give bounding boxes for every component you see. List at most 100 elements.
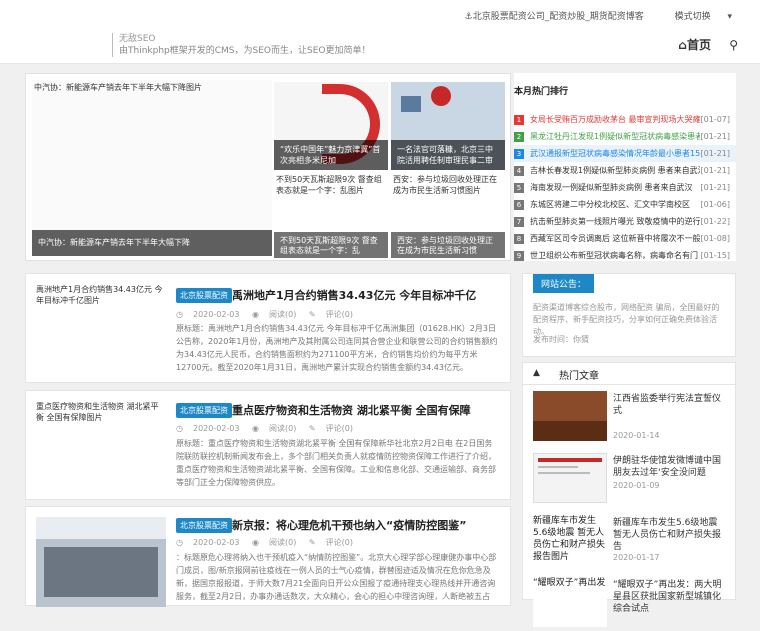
site-tagline: 无敌SEO 由Thinkphp框架开发的CMS，为SEO而生，让SEO更加简单！: [112, 33, 370, 57]
hot-item-title[interactable]: 吉林长春发现1例疑似新型肺炎病例 患者来自武汉: [530, 162, 700, 179]
photo-ceiling: [36, 517, 166, 539]
home-icon: ⌂: [678, 38, 687, 52]
popular-item-title[interactable]: “耀眼双子”再出发：两大明星县区获批国家新型城镇化综合试点: [613, 579, 729, 615]
article-excerpt: 原标题：重点医疗物资和生活物资湖北紧平衡 全国有保障新华社北京2月2日电 在2日…: [176, 439, 496, 487]
eye-icon: ◉: [252, 310, 260, 319]
slide-main[interactable]: 中汽协：新能源车产销去年下半年大幅下降图片 中汽协：新能源车产销去年下半年大幅下…: [32, 80, 272, 256]
slide-4[interactable]: 不到50天瓦斯超限9次 督查组表态就是一个字：乱图片 不到50天瓦斯超限9次 督…: [274, 172, 388, 258]
article-tag[interactable]: 北京股票配资: [176, 518, 232, 533]
hot-item-date: [01-21]: [700, 132, 731, 141]
rank-badge: 4: [514, 166, 524, 176]
hot-list: 1 女局长受贿百万成励收茅台 最审宣判现场大哭瘫倒 [01-07] 2 黑龙江牡丹江发现…: [514, 111, 736, 264]
notice-title: 网站公告：: [533, 274, 595, 293]
hot-list-item[interactable]: 3 武汉通报新型冠状病毒感染情况年龄最小患者15岁 [01-21]: [514, 145, 736, 162]
site-header: 无敌SEO 由Thinkphp框架开发的CMS，为SEO而生，让SEO更加简单！…: [0, 0, 760, 64]
slide-3[interactable]: 一名法官可落糠，北京三中院活用聘任制审理民事二审: [391, 82, 505, 170]
slide-2-caption: “欢乐中国年”魅力京津冀”首次亮相多米尼加: [274, 140, 388, 170]
article-date: 2020-02-03: [192, 424, 240, 433]
clock-icon: ◷: [176, 310, 183, 319]
hot-item-title[interactable]: 西藏军区司令员调离后 这位新晋中将履次不一般: [530, 230, 700, 247]
article-meta: ◷ 2020-02-03 ◉ 阅读(0) ✎ 评论(0): [176, 309, 363, 320]
article-tag[interactable]: 北京股票配资: [176, 288, 232, 303]
chevron-down-icon: ▾: [727, 12, 732, 22]
hot-list-item[interactable]: 4 吉林长春发现1例疑似新型肺炎病例 患者来自武汉 [01-21]: [514, 162, 736, 179]
slide-main-alt: 中汽协：新能源车产销去年下半年大幅下降图片: [34, 83, 202, 92]
slide-5[interactable]: 西安：参与垃圾回收处理正在成为市民生活新习惯图片 西安：参与垃圾回收处理正在成为…: [391, 172, 505, 258]
article-comments: 评论(0): [325, 424, 353, 433]
article-thumbnail[interactable]: 禹洲地产1月合约销售34.43亿元 今年目标冲千亿图片: [36, 284, 166, 374]
article-title[interactable]: 禹洲地产1月合约销售34.43亿元 今年目标冲千亿: [232, 287, 476, 303]
hot-list-item[interactable]: 7 抗击新型肺炎第一线照片曝光 致敬疫情中的逆行者 [01-22]: [514, 213, 736, 230]
eye-icon: ◉: [252, 424, 260, 433]
article-card: 禹洲地产1月合约销售34.43亿元 今年目标冲千亿图片 北京股票配资 禹洲地产1…: [25, 273, 511, 383]
hot-item-date: [01-21]: [700, 149, 731, 158]
slide-4-alt: 不到50天瓦斯超限9次 督查组表态就是一个字：乱图片: [276, 175, 382, 195]
popular-item-image: “耀眼双子”再出发: [533, 577, 607, 627]
slide-2[interactable]: “欢乐中国年”魅力京津冀”首次亮相多米尼加: [274, 82, 388, 170]
popular-item[interactable]: 新疆库车市发生5.6级地震 暂无人员伤亡和财产损失报告图片 新疆库车市发生5.6…: [533, 515, 729, 569]
article-card: 北京股票配资 新京报：将心理危机干预也纳入“疫情防控图鉴” ◷ 2020-02-0…: [25, 506, 511, 607]
article-thumbnail[interactable]: [36, 517, 166, 607]
article-date: 2020-02-03: [192, 310, 240, 319]
hot-item-title[interactable]: 海南发现一例疑似新型肺炎病例 患者来自武汉: [530, 179, 700, 196]
tagline-title: 无敌SEO: [119, 34, 156, 44]
clock-icon: ◷: [176, 538, 183, 547]
popular-item-date: 2020-01-17: [613, 553, 660, 562]
rank-badge: 8: [514, 234, 524, 244]
hot-item-title[interactable]: 东城区将建二中分校北校区、汇文中学南校区: [530, 196, 700, 213]
popular-item-title[interactable]: 江西省监委举行宪法宣誓仪式: [613, 393, 729, 417]
slide-main-caption[interactable]: 中汽协：新能源车产销去年下半年大幅下降: [32, 230, 272, 256]
hot-item-date: [01-06]: [700, 200, 731, 209]
popular-item[interactable]: 伊朗驻华使馆发微博谴中国朋友去过年‘安全没问题 2020-01-09: [533, 453, 729, 507]
article-meta: ◷ 2020-02-03 ◉ 阅读(0) ✎ 评论(0): [176, 537, 363, 548]
hot-item-date: [01-22]: [700, 217, 731, 226]
slide-3-graphic: [401, 96, 421, 112]
hot-list-item[interactable]: 5 海南发现一例疑似新型肺炎病例 患者来自武汉 [01-21]: [514, 179, 736, 196]
mode-switch-label: 模式切换: [674, 12, 711, 22]
top-links: ⚓北京股票配资公司_配资炒股_期货配资博客 模式切换 ▾: [451, 9, 732, 22]
article-tag[interactable]: 北京股票配资: [176, 403, 232, 418]
hot-list-item[interactable]: 8 西藏军区司令员调离后 这位新晋中将履次不一般 [01-08]: [514, 230, 736, 247]
article-views: 阅读(0): [269, 424, 297, 433]
popular-articles: ▲ 热门文章 江西省监委举行宪法宣誓仪式 2020-01-14 伊朗驻华使馆发微…: [522, 362, 736, 627]
article-meta: ◷ 2020-02-03 ◉ 阅读(0) ✎ 评论(0): [176, 423, 363, 434]
article-thumbnail[interactable]: 重点医疗物资和生活物资 湖北紧平衡 全国有保障图片: [36, 401, 166, 491]
hot-item-title[interactable]: 黑龙江牡丹江发现1例疑似新型冠状病毒感染患者: [530, 128, 700, 145]
search-icon[interactable]: ⚲: [729, 38, 738, 52]
article-comments: 评论(0): [325, 538, 353, 547]
main-nav: ⌂首页 ⚲: [678, 36, 738, 53]
article-title[interactable]: 重点医疗物资和生活物资 湖北紧平衡 全国有保障: [232, 402, 471, 418]
popular-item-title[interactable]: 伊朗驻华使馆发微博谴中国朋友去过年‘安全没问题: [613, 455, 729, 479]
photo-text-line: [538, 466, 578, 468]
photo-header-bar: [538, 458, 602, 462]
hot-item-title[interactable]: 抗击新型肺炎第一线照片曝光 致敬疫情中的逆行者: [530, 213, 700, 230]
article-title[interactable]: 新京报：将心理危机干预也纳入“疫情防控图鉴”: [232, 517, 466, 533]
featured-slider: 中汽协：新能源车产销去年下半年大幅下降图片 中汽协：新能源车产销去年下半年大幅下…: [25, 73, 511, 261]
hot-ranking-title: 本月热门排行: [514, 87, 569, 97]
hot-list-item[interactable]: 2 黑龙江牡丹江发现1例疑似新型冠状病毒感染患者 [01-21]: [514, 128, 736, 145]
hot-list-item[interactable]: 9 世卫组织公布新型冠状病毒名称，病毒命名有门 [01-15]: [514, 247, 736, 264]
eye-icon: ◉: [252, 538, 260, 547]
anchor-icon: ⚓: [464, 12, 473, 22]
hot-item-title[interactable]: 武汉通报新型冠状病毒感染情况年龄最小患者15岁: [530, 145, 700, 162]
hot-item-date: [01-21]: [700, 183, 731, 192]
photo-group: [44, 547, 158, 597]
popular-item-image: [533, 391, 607, 441]
nav-home[interactable]: ⌂首页: [678, 38, 711, 52]
mode-switch-button[interactable]: 模式切换 ▾: [661, 12, 732, 22]
rank-badge: 5: [514, 183, 524, 193]
slide-3-caption: 一名法官可落糠，北京三中院活用聘任制审理民事二审: [391, 140, 505, 170]
hot-list-item[interactable]: 1 女局长受贿百万成励收茅台 最审宣判现场大哭瘫倒 [01-07]: [514, 111, 736, 128]
comment-icon: ✎: [308, 538, 316, 547]
popular-item[interactable]: 江西省监委举行宪法宣誓仪式 2020-01-14: [533, 391, 729, 445]
popular-item-title[interactable]: 新疆库车市发生5.6级地震 暂无人员伤亡和财产损失报告: [613, 517, 729, 553]
popular-item-date: 2020-01-14: [613, 431, 660, 440]
rank-badge: 3: [514, 149, 524, 159]
hot-list-item[interactable]: 6 东城区将建二中分校北校区、汇文中学南校区 [01-06]: [514, 196, 736, 213]
hot-item-title[interactable]: 女局长受贿百万成励收茅台 最审宣判现场大哭瘫倒: [530, 111, 700, 128]
top-link[interactable]: 北京股票配资公司_配资炒股_期货配资博客: [473, 12, 644, 22]
popular-header: ▲ 热门文章: [523, 363, 735, 385]
popular-item[interactable]: “耀眼双子”再出发 “耀眼双子”再出发：两大明星县区获批国家新型城镇化综合试点: [533, 577, 729, 631]
hot-item-title[interactable]: 世卫组织公布新型冠状病毒名称，病毒命名有门: [530, 247, 700, 264]
hot-item-date: [01-07]: [700, 115, 731, 124]
